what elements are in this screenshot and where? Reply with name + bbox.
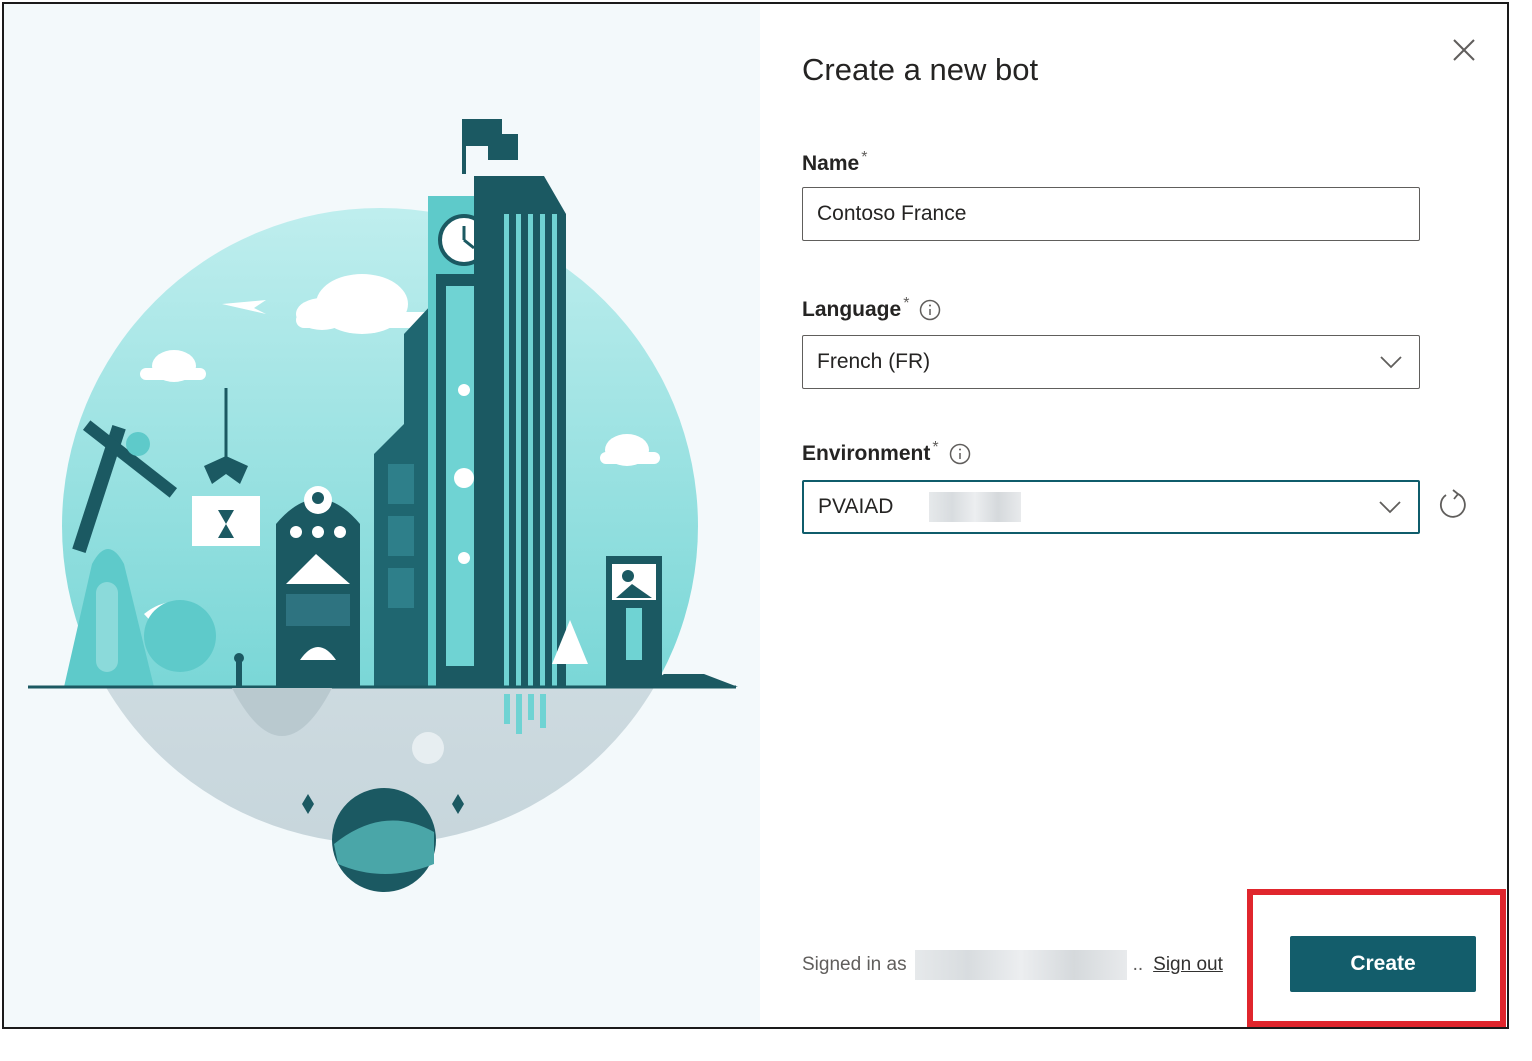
form-panel: Create a new bot Name * Contoso France La… bbox=[760, 4, 1507, 1027]
language-label: Language * bbox=[802, 295, 941, 322]
name-input[interactable]: Contoso France bbox=[802, 187, 1420, 241]
signed-in-info: Signed in as .. Sign out bbox=[802, 950, 1223, 980]
environment-label: Environment * bbox=[802, 439, 971, 466]
redacted-environment-name bbox=[929, 492, 1022, 522]
environment-dropdown-value: PVAIAD bbox=[818, 495, 894, 518]
create-bot-dialog: Create a new bot Name * Contoso France La… bbox=[2, 2, 1509, 1029]
language-required-mark: * bbox=[903, 295, 910, 312]
chevron-down-icon bbox=[1380, 356, 1402, 369]
dialog-title: Create a new bot bbox=[802, 52, 1039, 87]
name-input-value: Contoso France bbox=[817, 202, 967, 225]
refresh-icon bbox=[1439, 489, 1466, 518]
info-icon[interactable] bbox=[919, 299, 941, 321]
environment-required-mark: * bbox=[932, 439, 939, 456]
refresh-button[interactable] bbox=[1436, 488, 1470, 522]
redacted-user-email bbox=[914, 950, 1127, 980]
city-illustration bbox=[28, 119, 738, 892]
illustration-panel bbox=[4, 4, 760, 1027]
environment-label-text: Environment bbox=[802, 442, 931, 465]
environment-dropdown[interactable]: PVAIAD bbox=[802, 480, 1420, 534]
language-label-text: Language bbox=[802, 298, 902, 321]
signed-in-prefix: Signed in as bbox=[802, 954, 907, 975]
name-required-mark: * bbox=[861, 149, 868, 166]
create-button[interactable]: Create bbox=[1290, 936, 1476, 992]
name-label-text: Name bbox=[802, 152, 860, 175]
info-icon[interactable] bbox=[949, 443, 971, 465]
language-dropdown[interactable]: French (FR) bbox=[802, 335, 1420, 389]
signed-in-ellipsis: .. bbox=[1132, 954, 1144, 975]
close-icon bbox=[1453, 39, 1475, 61]
name-label: Name * bbox=[802, 149, 868, 176]
close-button[interactable] bbox=[1446, 32, 1482, 68]
chevron-down-icon bbox=[1379, 501, 1401, 514]
language-dropdown-value: French (FR) bbox=[817, 350, 931, 373]
sign-out-link[interactable]: Sign out bbox=[1153, 954, 1223, 976]
